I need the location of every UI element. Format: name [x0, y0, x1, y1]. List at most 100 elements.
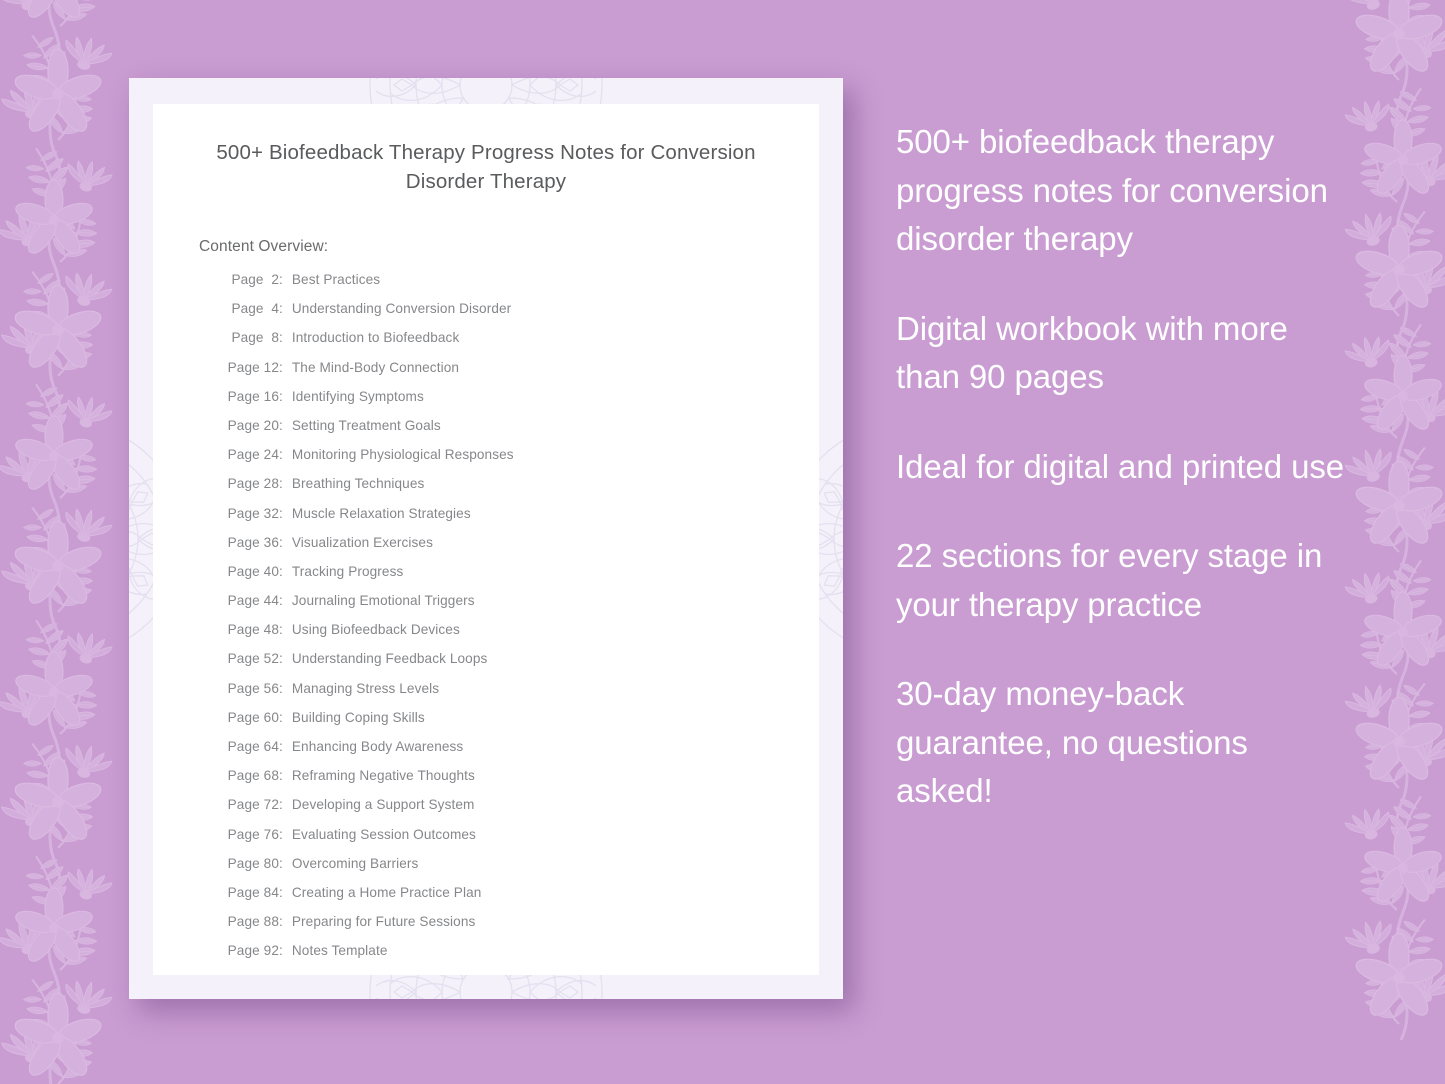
toc-page-number: Page 2 [231, 272, 279, 287]
table-of-contents-row: Page 84: Creating a Home Practice Plan [221, 885, 793, 914]
toc-section-title: Evaluating Session Outcomes [291, 826, 476, 842]
document-page: 500+ Biofeedback Therapy Progress Notes … [153, 104, 819, 975]
toc-page-number: Page 72 [227, 797, 279, 813]
toc-separator: : [279, 534, 283, 550]
toc-separator: : [279, 622, 283, 638]
toc-page-number: Page 52 [227, 651, 279, 667]
toc-section-title: Developing a Support System [291, 797, 475, 813]
toc-page-number: Page 12 [227, 359, 279, 375]
toc-separator: : [279, 943, 283, 959]
table-of-contents-row: Page 44: Journaling Emotional Triggers [221, 593, 793, 622]
table-of-contents-row: Page 72: Developing a Support System [221, 797, 793, 826]
toc-separator: : [279, 359, 283, 375]
toc-page-number: Page 24 [227, 447, 279, 463]
toc-page-number: Page 40 [227, 563, 279, 579]
marketing-bullet: 22 sections for every stage in your ther… [896, 537, 1323, 623]
table-of-contents-row: Page 20: Setting Treatment Goals [221, 418, 793, 447]
toc-separator: : [279, 301, 283, 317]
toc-section-title: Building Coping Skills [291, 709, 425, 725]
table-of-contents-row: Page 56: Managing Stress Levels [221, 681, 793, 710]
toc-separator: : [279, 388, 283, 404]
table-of-contents-row: Page 36: Visualization Exercises [221, 535, 793, 564]
toc-page-number: Page 16 [227, 388, 279, 404]
toc-separator: : [279, 505, 283, 521]
toc-page-number: Page 56 [227, 680, 279, 696]
toc-section-title: Preparing for Future Sessions [291, 914, 476, 930]
toc-separator: : [279, 680, 283, 696]
toc-separator: : [279, 826, 283, 842]
toc-page-number: Page 36 [227, 534, 279, 550]
toc-page-number: Page 48 [227, 622, 279, 638]
table-of-contents-row: Page 76: Evaluating Session Outcomes [221, 827, 793, 856]
toc-section-title: Overcoming Barriers [291, 855, 419, 871]
toc-page-number: Page 8 [231, 330, 279, 346]
toc-separator: : [279, 914, 283, 930]
toc-separator: : [279, 651, 283, 667]
toc-section-title: Understanding Feedback Loops [291, 651, 488, 667]
toc-section-title: Using Biofeedback Devices [291, 622, 460, 638]
toc-section-title: Best Practices [291, 272, 381, 287]
toc-section-title: Creating a Home Practice Plan [291, 884, 482, 900]
page-title: 500+ Biofeedback Therapy Progress Notes … [216, 141, 756, 193]
toc-separator: : [279, 476, 283, 492]
toc-separator: : [279, 884, 283, 900]
toc-separator: : [279, 855, 283, 871]
toc-separator: : [279, 768, 283, 784]
table-of-contents-row: Page 4: Understanding Conversion Disorder [221, 301, 793, 330]
toc-section-title: Understanding Conversion Disorder [291, 301, 512, 317]
toc-section-title: Reframing Negative Thoughts [291, 768, 475, 784]
toc-section-title: Notes Template [291, 943, 388, 959]
toc-section-title: Enhancing Body Awareness [291, 739, 464, 754]
table-of-contents-row: Page 8: Introduction to Biofeedback [221, 330, 793, 359]
toc-section-title: Introduction to Biofeedback [291, 330, 460, 346]
table-of-contents-row: Page 28: Breathing Techniques [221, 476, 793, 505]
toc-section-title: Monitoring Physiological Responses [291, 447, 514, 463]
table-of-contents-row: Page 16: Identifying Symptoms [221, 389, 793, 418]
table-of-contents-row: Page 40: Tracking Progress [221, 564, 793, 593]
toc-section-title: Muscle Relaxation Strategies [291, 505, 471, 521]
toc-page-number: Page 60 [227, 709, 279, 725]
toc-page-number: Page 4 [231, 301, 279, 317]
marketing-bullet: Ideal for digital and printed use [896, 447, 1345, 485]
toc-page-number: Page 32 [227, 505, 279, 521]
toc-page-number: Page 64 [227, 739, 279, 754]
toc-page-number: Page 28 [227, 476, 279, 492]
table-of-contents-row: Page 88: Preparing for Future Sessions [221, 914, 793, 943]
toc-section-title: Setting Treatment Goals [291, 417, 441, 433]
toc-page-number: Page 84 [227, 884, 279, 900]
toc-separator: : [279, 447, 283, 463]
toc-section-title: Breathing Techniques [291, 476, 425, 492]
toc-page-number: Page 92 [227, 943, 279, 959]
table-of-contents-row: Page 32: Muscle Relaxation Strategies [221, 506, 793, 535]
toc-separator: : [279, 330, 283, 346]
table-of-contents-row: Page 12: The Mind-Body Connection [221, 360, 793, 389]
content-overview-label: Content Overview: [199, 238, 329, 255]
table-of-contents-row: Page 48: Using Biofeedback Devices [221, 622, 793, 651]
toc-separator: : [279, 417, 283, 433]
table-of-contents-row: Page 68: Reframing Negative Thoughts [221, 768, 793, 797]
marketing-bullet: 30-day money-back guarantee, no question… [896, 675, 1248, 809]
table-of-contents-row: Page 92: Notes Template [221, 943, 793, 972]
marketing-bullet: Digital workbook with more than 90 pages [896, 309, 1288, 396]
toc-separator: : [279, 739, 283, 754]
toc-separator: : [279, 563, 283, 579]
document-preview-card: 500+ Biofeedback Therapy Progress Notes … [129, 78, 843, 999]
floral-vine-left-decoration [0, 0, 146, 1084]
table-of-contents-row: Page 80: Overcoming Barriers [221, 856, 793, 885]
toc-section-title: Tracking Progress [291, 563, 404, 579]
marketing-bullet: 500+ biofeedback therapy progress notes … [896, 123, 1328, 257]
marketing-bullets-panel: 500+ biofeedback therapy progress notes … [896, 118, 1348, 816]
table-of-contents-list: Page 2: Best Practices Page 4: Understandin… [221, 272, 793, 973]
toc-separator: : [279, 272, 283, 287]
table-of-contents-row: Page 2: Best Practices [221, 272, 793, 301]
toc-separator: : [279, 797, 283, 813]
table-of-contents-row: Page 24: Monitoring Physiological Respons… [221, 447, 793, 476]
toc-separator: : [279, 593, 283, 609]
toc-section-title: The Mind-Body Connection [291, 359, 460, 375]
toc-section-title: Journaling Emotional Triggers [291, 593, 475, 609]
table-of-contents-row: Page 64: Enhancing Body Awareness [221, 739, 793, 768]
toc-separator: : [279, 709, 283, 725]
toc-section-title: Managing Stress Levels [291, 680, 440, 696]
toc-page-number: Page 20 [227, 417, 279, 433]
table-of-contents-row: Page 52: Understanding Feedback Loops [221, 651, 793, 680]
